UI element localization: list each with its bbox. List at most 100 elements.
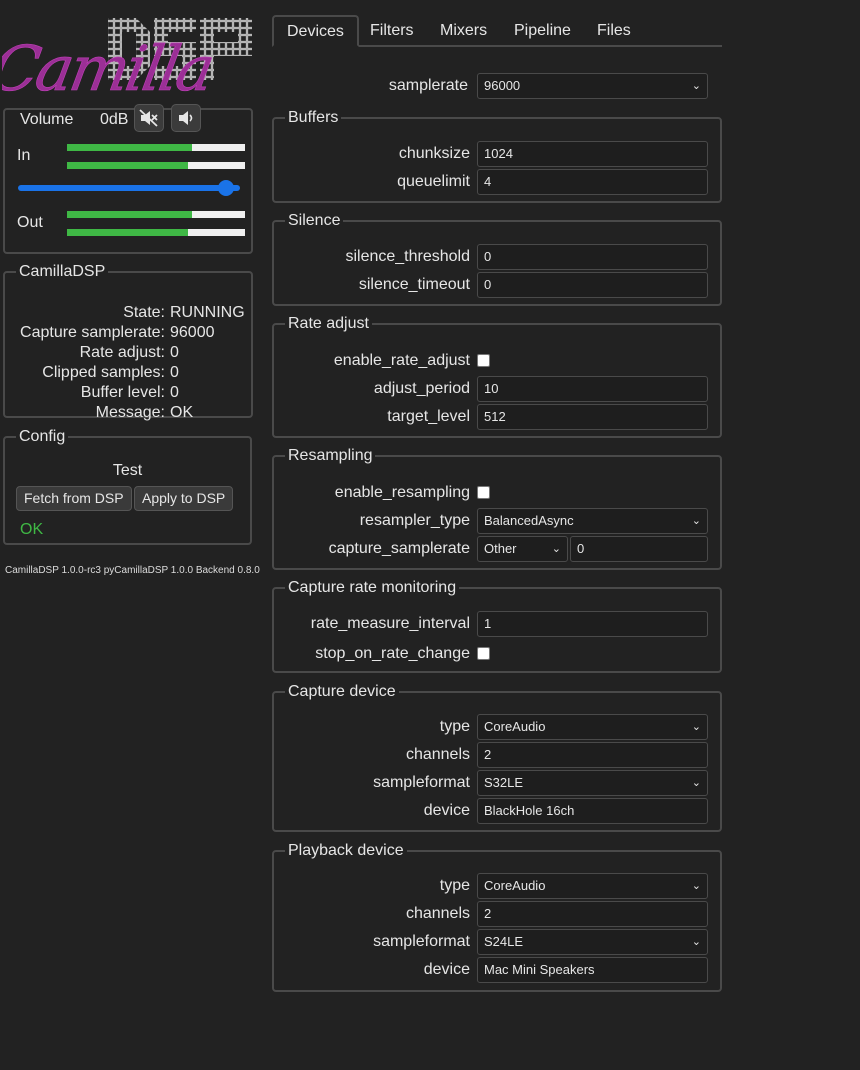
volume-title: Volume (20, 111, 74, 128)
chevron-down-icon: ⌄ (551, 543, 561, 555)
chevron-down-icon: ⌄ (691, 80, 701, 92)
config-panel-title: Config (19, 428, 66, 445)
status-row-state: State: RUNNING (123, 304, 245, 321)
status-row-rate-adjust: Rate adjust: 0 (79, 344, 179, 361)
chunksize-input[interactable]: 1024 (477, 141, 708, 167)
queuelimit-label: queuelimit (397, 173, 470, 190)
resampler-type-select[interactable]: BalancedAsync ⌄ (477, 508, 708, 534)
silence-threshold-label: silence_threshold (345, 248, 470, 265)
chevron-down-icon: ⌄ (691, 515, 701, 527)
chevron-down-icon: ⌄ (691, 777, 701, 789)
volume-slider-thumb[interactable] (217, 180, 234, 196)
rate-measure-interval-row: rate_measure_interval 1 (274, 611, 720, 637)
buffers-title: Buffers (288, 109, 339, 126)
capture-sampleformat-label: sampleformat (373, 774, 470, 791)
volume-slider[interactable] (18, 180, 240, 196)
apply-to-dsp-button[interactable]: Apply to DSP (134, 486, 234, 511)
status-row-message: Message: OK (95, 404, 194, 421)
tab-mixers[interactable]: Mixers (427, 15, 500, 47)
adjust-period-row: adjust_period 10 (274, 376, 720, 402)
in-meter-label: In (17, 147, 31, 164)
capture-channels-row: channels 2 (274, 742, 720, 768)
silence-timeout-label: silence_timeout (358, 276, 470, 293)
unmute-button[interactable] (171, 104, 201, 132)
adjust-period-input[interactable]: 10 (477, 376, 708, 402)
stop-on-rate-change-checkbox[interactable] (477, 647, 490, 660)
capture-samplerate-select[interactable]: Other ⌄ (477, 536, 568, 562)
capture-type-label: type (439, 718, 470, 735)
adjust-period-label: adjust_period (373, 380, 470, 397)
capture-device-section: Capture device type CoreAudio ⌄ channels … (272, 683, 722, 832)
volume-panel: Volume 0dB In Out (3, 104, 253, 254)
status-list: State: RUNNING Capture samplerate: 96000 R… (5, 303, 251, 423)
silence-section: Silence silence_threshold 0 silence_time… (272, 212, 722, 306)
samplerate-select[interactable]: 96000 ⌄ (477, 73, 708, 99)
tab-bar: Devices Filters Mixers Pipeline Files (272, 15, 722, 47)
capture-channels-label: channels (405, 746, 470, 763)
silence-timeout-row: silence_timeout 0 (274, 272, 720, 298)
rate-measure-interval-input[interactable]: 1 (477, 611, 708, 637)
samplerate-label: samplerate (388, 77, 468, 94)
mute-button[interactable] (134, 104, 164, 132)
playback-device-label: device (423, 961, 470, 978)
status-row-capture-samplerate: Capture samplerate: 96000 (20, 324, 215, 341)
enable-rate-adjust-checkbox[interactable] (477, 354, 490, 367)
playback-channels-row: channels 2 (274, 901, 720, 927)
playback-device-section: Playback device type CoreAudio ⌄ channels… (272, 842, 722, 992)
config-status: OK (20, 521, 44, 538)
version-info: CamillaDSP 1.0.0-rc3 pyCamillaDSP 1.0.0 … (5, 565, 260, 576)
capture-device-label: device (423, 802, 470, 819)
enable-resampling-row: enable_resampling (274, 480, 720, 506)
speaker-icon (179, 111, 193, 125)
rate-adjust-section: Rate adjust enable_rate_adjust adjust_pe… (272, 315, 722, 438)
silence-timeout-input[interactable]: 0 (477, 272, 708, 298)
tab-devices[interactable]: Devices (272, 15, 359, 47)
playback-sampleformat-row: sampleformat S24LE ⌄ (274, 929, 720, 955)
status-row-buffer-level: Buffer level: 0 (80, 384, 179, 401)
chunksize-row: chunksize 1024 (274, 141, 720, 167)
fetch-from-dsp-button[interactable]: Fetch from DSP (16, 486, 132, 511)
in-level-meter-1 (67, 144, 245, 151)
resampling-section: Resampling enable_resampling resampler_t… (272, 447, 722, 570)
capture-samplerate-row: capture_samplerate Other ⌄ 0 (274, 536, 720, 562)
capture-channels-input[interactable]: 2 (477, 742, 708, 768)
silence-threshold-input[interactable]: 0 (477, 244, 708, 270)
tab-pipeline[interactable]: Pipeline (501, 15, 584, 47)
queuelimit-input[interactable]: 4 (477, 169, 708, 195)
target-level-input[interactable]: 512 (477, 404, 708, 430)
chevron-down-icon: ⌄ (691, 721, 701, 733)
playback-device-row: device Mac Mini Speakers (274, 957, 720, 983)
status-row-clipped-samples: Clipped samples: 0 (42, 364, 179, 381)
capture-sampleformat-select[interactable]: S32LE ⌄ (477, 770, 708, 796)
playback-device-title: Playback device (288, 842, 404, 859)
capture-samplerate-label: capture_samplerate (328, 540, 470, 557)
tab-filters[interactable]: Filters (357, 15, 427, 47)
capture-rate-monitoring-section: Capture rate monitoring rate_measure_int… (272, 579, 722, 673)
out-level-meter-1 (67, 211, 245, 218)
capture-type-select[interactable]: CoreAudio ⌄ (477, 714, 708, 740)
resampling-title: Resampling (288, 447, 373, 464)
out-meter-label: Out (17, 214, 43, 231)
playback-channels-label: channels (405, 905, 470, 922)
resampler-type-row: resampler_type BalancedAsync ⌄ (274, 508, 720, 534)
tab-files[interactable]: Files (584, 15, 644, 47)
enable-resampling-label: enable_resampling (334, 484, 470, 501)
playback-type-select[interactable]: CoreAudio ⌄ (477, 873, 708, 899)
enable-resampling-checkbox[interactable] (477, 486, 490, 499)
playback-sampleformat-select[interactable]: S24LE ⌄ (477, 929, 708, 955)
playback-device-input[interactable]: Mac Mini Speakers (477, 957, 708, 983)
capture-rate-monitoring-title: Capture rate monitoring (288, 579, 457, 596)
enable-rate-adjust-row: enable_rate_adjust (274, 348, 720, 374)
target-level-row: target_level 512 (274, 404, 720, 430)
volume-db-value: 0dB (100, 111, 129, 128)
config-name: Test (112, 462, 143, 479)
rate-adjust-title: Rate adjust (288, 315, 369, 332)
buffers-section: Buffers chunksize 1024 queuelimit 4 (272, 109, 722, 203)
stop-on-rate-change-label: stop_on_rate_change (315, 645, 470, 662)
playback-type-label: type (439, 877, 470, 894)
playback-channels-input[interactable]: 2 (477, 901, 708, 927)
capture-samplerate-input[interactable]: 0 (570, 536, 708, 562)
capture-device-input[interactable]: BlackHole 16ch (477, 798, 708, 824)
chevron-down-icon: ⌄ (691, 880, 701, 892)
camilladsp-logo: Camilla (2, 14, 254, 98)
